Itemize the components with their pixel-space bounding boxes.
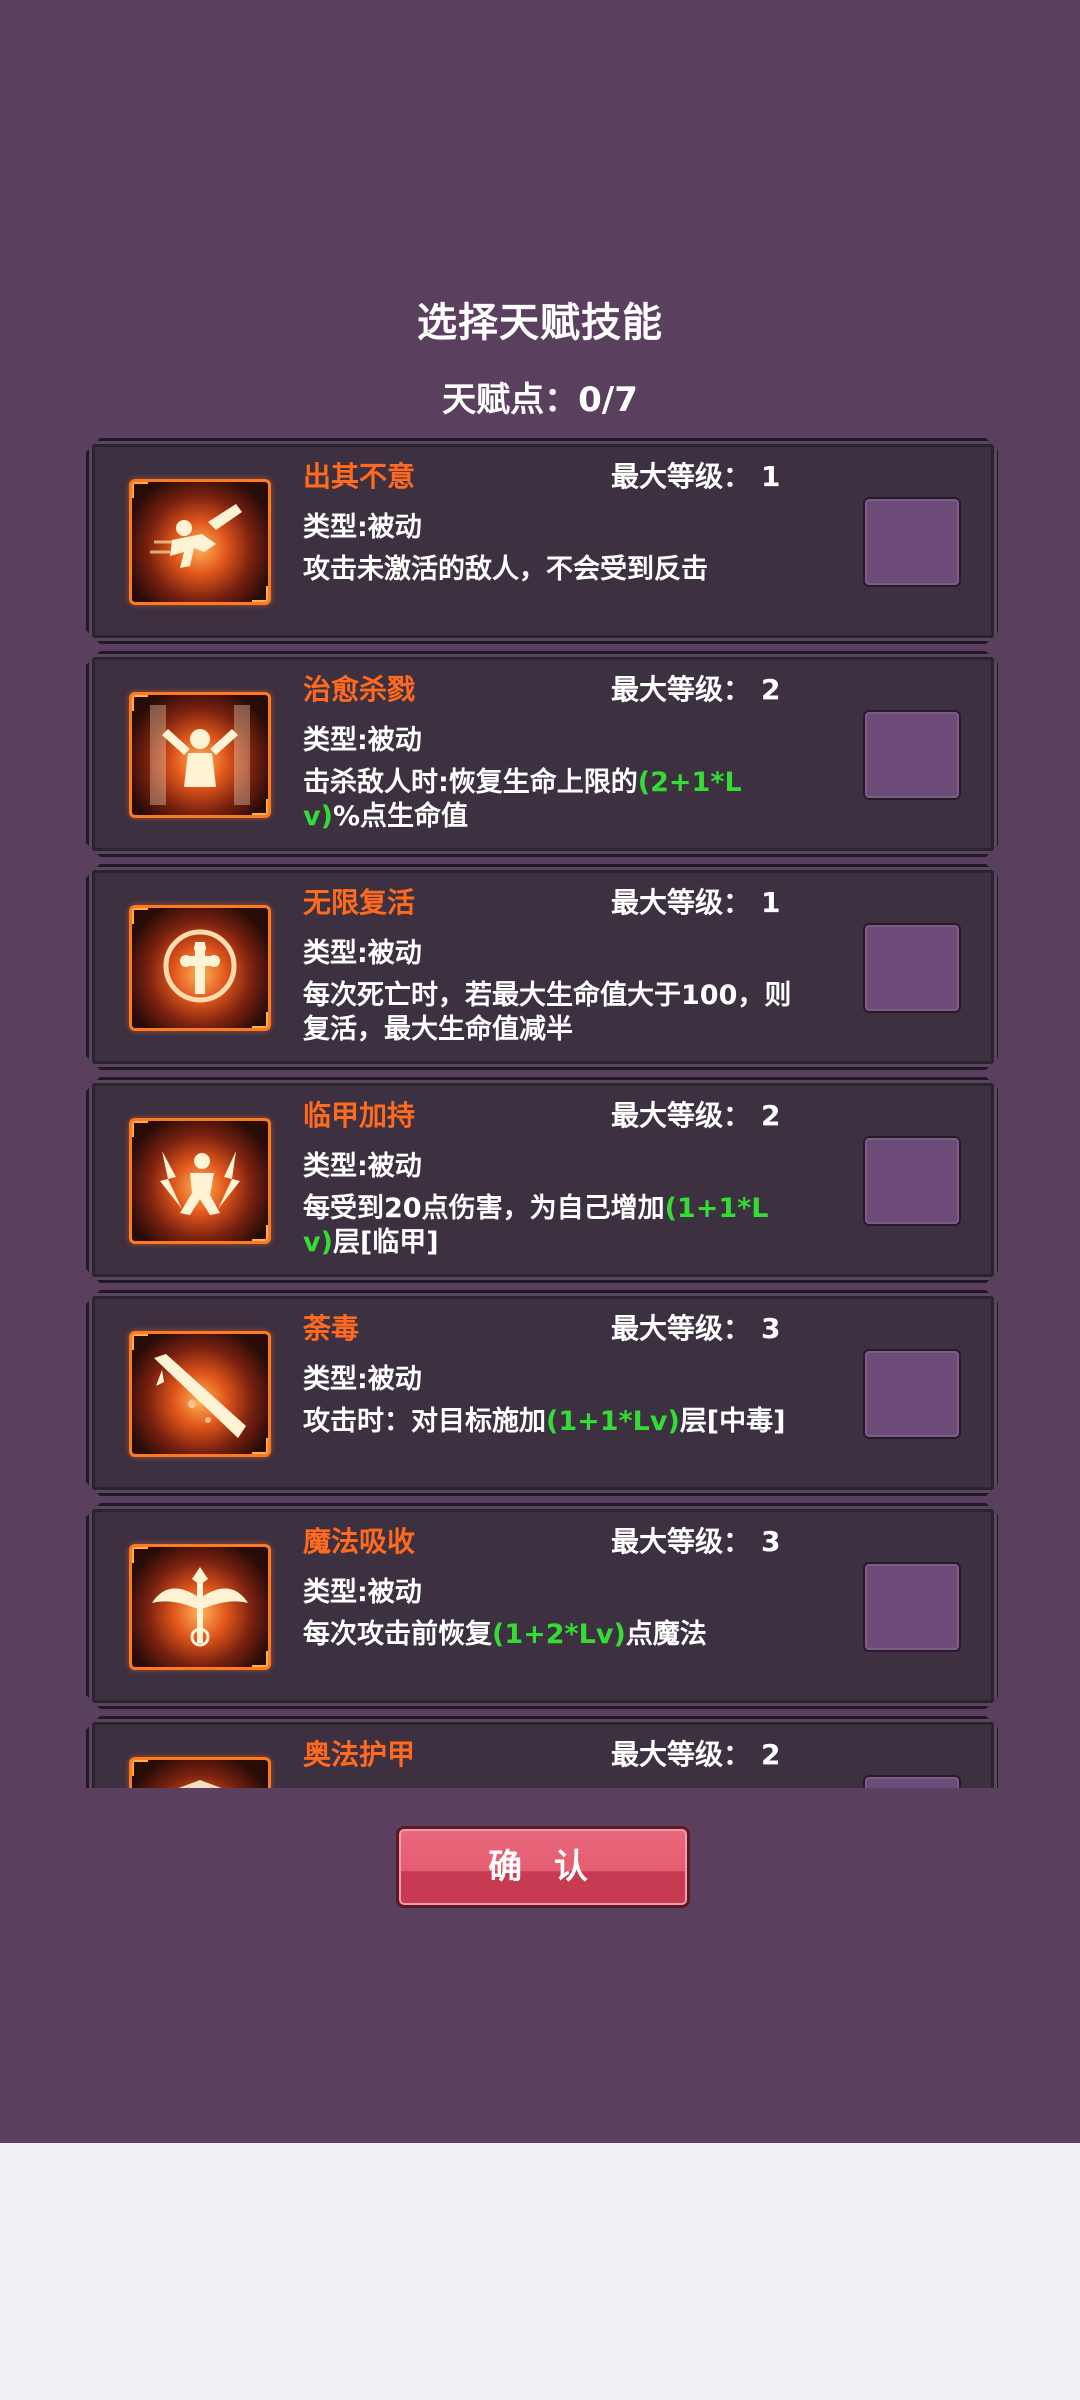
winged-staff-icon: [129, 1544, 271, 1670]
skill-max-level: 最大等级： 3: [611, 1520, 781, 1560]
skill-select-checkbox[interactable]: [863, 497, 961, 587]
max-level-value: 1: [761, 460, 781, 493]
skill-name: 荼毒: [303, 1312, 360, 1345]
skill-select-checkbox[interactable]: [863, 1136, 961, 1226]
skill-list[interactable]: 出其不意 最大等级： 1 类型:被动 攻击未激活的敌人，不会受到反击 治愈杀戮 最大等级： 2…: [82, 438, 998, 1788]
skill-description: 每次攻击前恢复(1+2*Lv)点魔法: [303, 1618, 793, 1652]
cross-revive-icon: [129, 905, 271, 1031]
skill-max-level: 最大等级： 1: [611, 881, 781, 921]
skill-description-text: 攻击未激活的敌人，不会受到反击: [303, 554, 708, 585]
skill-card[interactable]: 出其不意 最大等级： 1 类型:被动攻击未激活的敌人，不会受到反击: [86, 438, 998, 644]
skill-max-level: 最大等级： 3: [611, 1307, 781, 1347]
max-level-value: 2: [761, 673, 781, 706]
skill-type: 类型:被动: [303, 512, 422, 543]
talent-selection-screen: 选择天赋技能 天赋点：0/7 出其不意 最大等级： 1 类型:被动 攻击未激活的敌人，不…: [0, 0, 1080, 2143]
skill-card[interactable]: 临甲加持 最大等级： 2 类型:被动每受到20点伤害，为自己增加(1+1*Lv)层[临…: [86, 1077, 998, 1283]
skill-name: 治愈杀戮: [303, 673, 416, 706]
skill-description-text: %点生命值: [332, 801, 469, 832]
skill-card[interactable]: 治愈杀戮 最大等级： 2 类型:被动击杀敌人时:恢复生命上限的(2+1*Lv)%点生命…: [86, 651, 998, 857]
max-level-label: 最大等级：: [611, 1525, 752, 1558]
max-level-label: 最大等级：: [611, 886, 752, 919]
talent-points-label: 天赋点：: [442, 380, 579, 420]
skill-card[interactable]: 奥法护甲 最大等级： 2: [86, 1716, 998, 1788]
dash-strike-icon: [129, 479, 271, 605]
skill-type: 类型:被动: [303, 1577, 422, 1608]
skill-max-level: 最大等级： 1: [611, 455, 781, 495]
talent-points-value: 0/7: [578, 380, 638, 420]
skill-description: 攻击未激活的敌人，不会受到反击: [303, 553, 793, 587]
max-level-value: 3: [761, 1312, 781, 1345]
skill-select-checkbox[interactable]: [863, 1562, 961, 1652]
poison-blade-icon: [129, 1331, 271, 1457]
skill-type: 类型:被动: [303, 1151, 422, 1182]
skill-description-text: 层[中毒]: [679, 1406, 786, 1437]
skill-description-text: 每受到20点伤害，为自己增加: [303, 1193, 665, 1224]
skill-description: 每次死亡时，若最大生命值大于100，则复活，最大生命值减半: [303, 979, 793, 1047]
max-level-value: 2: [761, 1099, 781, 1132]
confirm-button[interactable]: 确 认: [396, 1826, 690, 1908]
skill-name: 奥法护甲: [303, 1738, 416, 1771]
max-level-label: 最大等级：: [611, 1099, 752, 1132]
max-level-value: 1: [761, 886, 781, 919]
max-level-value: 2: [761, 1738, 781, 1771]
skill-description-text: 每次攻击前恢复: [303, 1619, 492, 1650]
skill-name: 临甲加持: [303, 1099, 416, 1132]
page-title: 选择天赋技能: [417, 300, 663, 346]
skill-name: 无限复活: [303, 886, 416, 919]
skill-type: 类型:被动: [303, 1364, 422, 1395]
skill-type: 类型:被动: [303, 725, 422, 756]
max-level-label: 最大等级：: [611, 1738, 752, 1771]
max-level-label: 最大等级：: [611, 1312, 752, 1345]
skill-description-text: 每次死亡时，若最大生命值大于100，则复活，最大生命值减半: [303, 980, 792, 1045]
skill-select-checkbox[interactable]: [863, 710, 961, 800]
skill-type: 类型:被动: [303, 938, 422, 969]
skill-description-text: 攻击时：对目标施加: [303, 1406, 546, 1437]
arcane-armor-icon: [129, 1757, 271, 1788]
skill-description-text: 击杀敌人时:恢复生命上限的: [303, 767, 638, 798]
skill-card[interactable]: 荼毒 最大等级： 3 类型:被动攻击时：对目标施加(1+1*Lv)层[中毒]: [86, 1290, 998, 1496]
lightning-figure-icon: [129, 1118, 271, 1244]
skill-max-level: 最大等级： 2: [611, 1094, 781, 1134]
skill-card[interactable]: 无限复活 最大等级： 1 类型:被动每次死亡时，若最大生命值大于100，则复活，最大生…: [86, 864, 998, 1070]
skill-select-checkbox[interactable]: [863, 1775, 961, 1788]
heal-figure-icon: [129, 692, 271, 818]
skill-formula: (1+1*Lv): [546, 1406, 680, 1437]
skill-card[interactable]: 魔法吸收 最大等级： 3 类型:被动每次攻击前恢复(1+2*Lv)点魔法: [86, 1503, 998, 1709]
skill-max-level: 最大等级： 2: [611, 668, 781, 708]
skill-formula: (1+2*Lv): [492, 1619, 626, 1650]
max-level-value: 3: [761, 1525, 781, 1558]
skill-description-text: 点魔法: [625, 1619, 707, 1650]
skill-name: 出其不意: [303, 460, 416, 493]
skill-max-level: 最大等级： 2: [611, 1733, 781, 1773]
max-level-label: 最大等级：: [611, 460, 752, 493]
skill-description-text: 层[临甲]: [332, 1227, 439, 1258]
skill-description: 每受到20点伤害，为自己增加(1+1*Lv)层[临甲]: [303, 1192, 793, 1260]
skill-name: 魔法吸收: [303, 1525, 416, 1558]
bottom-blank-area: [0, 2143, 1080, 2400]
skill-description: 攻击时：对目标施加(1+1*Lv)层[中毒]: [303, 1405, 793, 1439]
skill-select-checkbox[interactable]: [863, 923, 961, 1013]
skill-select-checkbox[interactable]: [863, 1349, 961, 1439]
max-level-label: 最大等级：: [611, 673, 752, 706]
talent-points: 天赋点：0/7: [0, 372, 1080, 421]
skill-description: 击杀敌人时:恢复生命上限的(2+1*Lv)%点生命值: [303, 766, 793, 834]
